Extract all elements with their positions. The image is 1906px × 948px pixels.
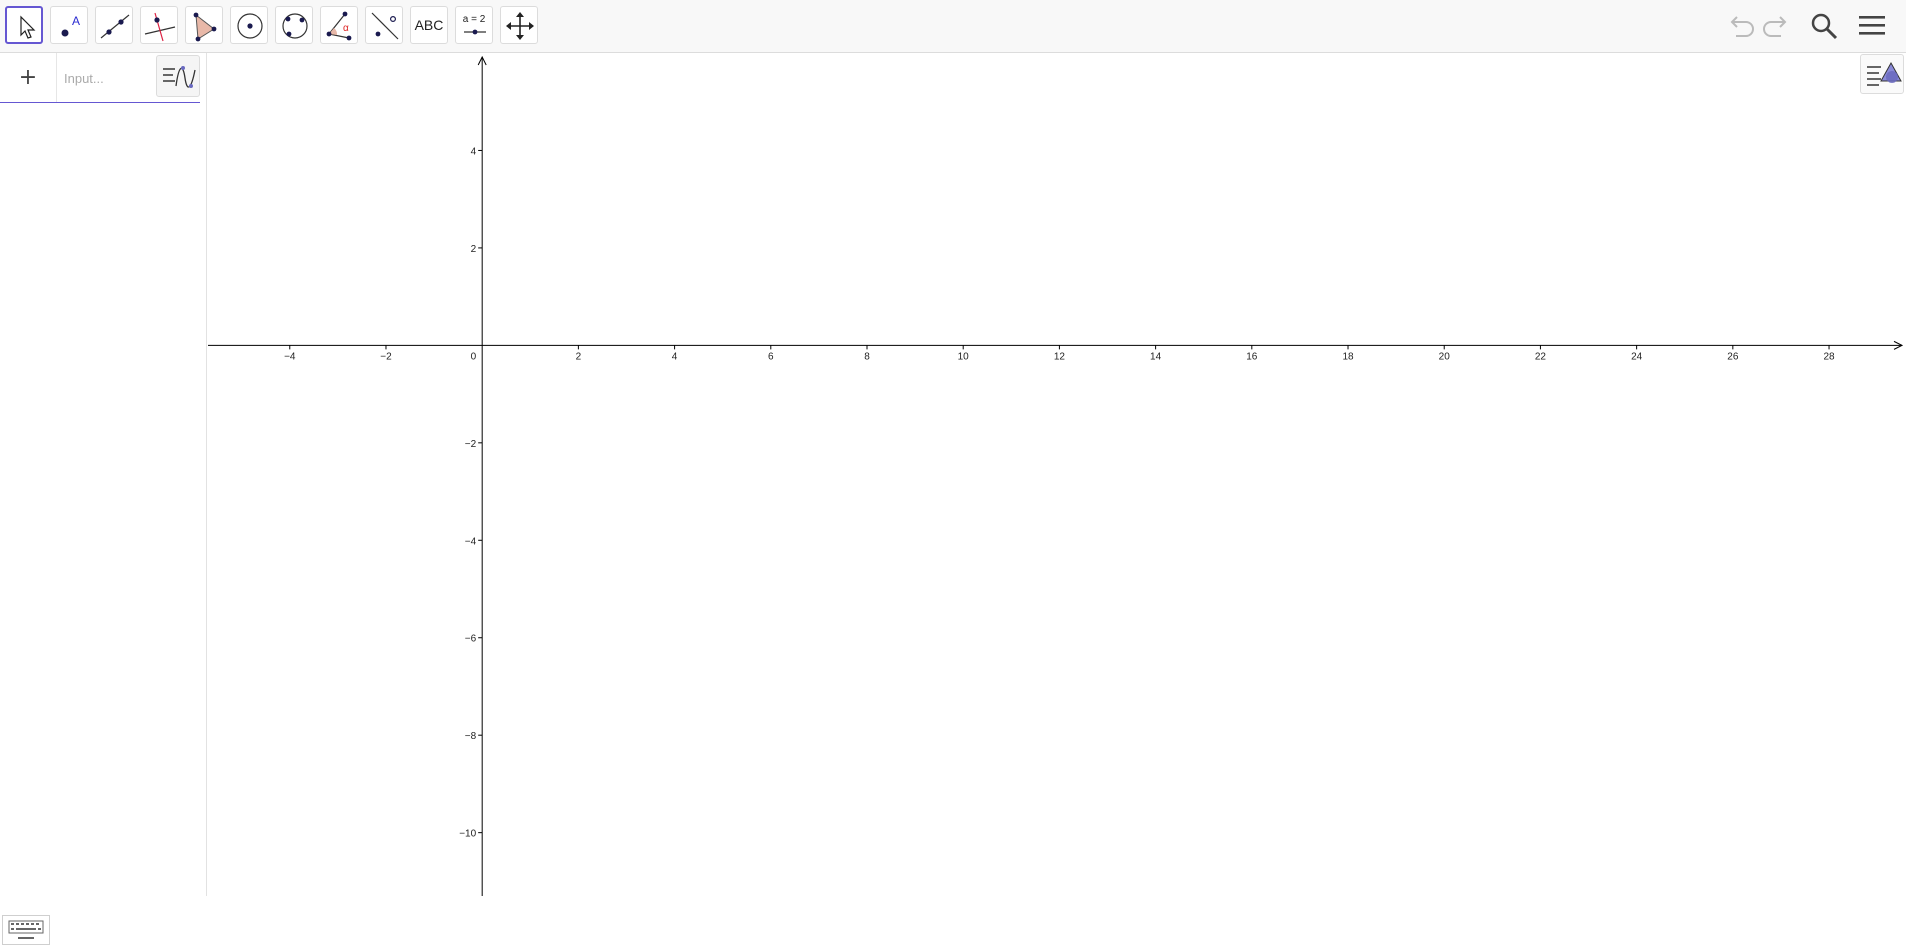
- circle-center-icon: [237, 13, 263, 39]
- reflect-icon: [371, 12, 399, 40]
- algebra-view: +: [0, 53, 201, 945]
- redo-icon: [1763, 16, 1787, 37]
- graphics-view[interactable]: −4 −2 2 4 6 8 10 12 14 16 18 20 22 24 26 28 42−2−4−6−8−…: [208, 53, 1906, 896]
- y-tick-label: −4: [465, 536, 477, 547]
- slider-tool[interactable]: a = 2: [455, 6, 493, 44]
- x-tick-label: −4: [284, 351, 296, 362]
- menu-icon: [1859, 16, 1885, 35]
- algebra-input[interactable]: [62, 65, 154, 91]
- axes: [208, 55, 1904, 896]
- text-icon: ABC: [414, 17, 444, 33]
- line-through-two-points-icon: [100, 14, 130, 39]
- point-icon: A: [61, 14, 80, 37]
- undo-button[interactable]: [1724, 10, 1756, 42]
- move-graphics-view-tool[interactable]: [500, 6, 538, 44]
- svg-text:A: A: [72, 14, 80, 28]
- slider-icon: [464, 29, 486, 35]
- graphics-style-button[interactable]: [1860, 54, 1904, 94]
- add-item-button[interactable]: +: [0, 53, 57, 102]
- menu-button[interactable]: [1856, 10, 1888, 42]
- x-tick-label: −2: [380, 351, 392, 362]
- origin-label: 0: [471, 351, 477, 362]
- search-icon: [1811, 13, 1838, 40]
- x-tick-label: 4: [672, 351, 678, 362]
- perpendicular-line-icon: [144, 12, 176, 42]
- y-tick-label: 4: [471, 146, 477, 157]
- y-axis-ticks: 4 2 −2 −4 −6 −8 −10: [459, 146, 483, 840]
- keyboard-icon: [8, 920, 44, 939]
- view-separator[interactable]: [200, 53, 207, 896]
- x-tick-label: 10: [958, 351, 970, 362]
- keyboard-button[interactable]: [2, 915, 50, 945]
- arrow-pointer-icon: [20, 15, 36, 39]
- y-tick-label: −10: [459, 829, 476, 840]
- x-tick-label: 8: [864, 351, 870, 362]
- svg-text:α: α: [343, 23, 349, 34]
- circle-center-point-tool[interactable]: [230, 6, 268, 44]
- algebra-style-button[interactable]: [156, 55, 200, 97]
- reflect-about-line-tool[interactable]: [365, 6, 403, 44]
- x-tick-label: 26: [1727, 351, 1739, 362]
- x-tick-label: 20: [1439, 351, 1451, 362]
- x-tick-label: 22: [1535, 351, 1547, 362]
- polygon-tool[interactable]: [185, 6, 223, 44]
- graphics-style-icon: [1867, 61, 1902, 86]
- undo-icon: [1730, 16, 1754, 37]
- x-tick-label: 14: [1150, 351, 1162, 362]
- x-tick-label: 28: [1823, 351, 1835, 362]
- redo-button[interactable]: [1761, 10, 1793, 42]
- toolbar: A α ABC a = 2: [0, 0, 1906, 53]
- y-tick-label: 2: [471, 244, 477, 255]
- point-tool[interactable]: A: [50, 6, 88, 44]
- x-tick-label: 16: [1246, 351, 1258, 362]
- search-button[interactable]: [1808, 10, 1840, 42]
- move-tool[interactable]: [5, 6, 43, 44]
- y-tick-label: −6: [465, 634, 477, 645]
- algebra-style-icon: [163, 66, 196, 88]
- x-axis-ticks: −4 −2 2 4 6 8 10 12 14 16 18 20 22 24 26 28: [284, 345, 1835, 362]
- circle-three-points-icon: [282, 13, 308, 39]
- y-tick-label: −8: [465, 731, 477, 742]
- perpendicular-line-tool[interactable]: [140, 6, 178, 44]
- move-cross-arrows-icon: [506, 12, 534, 40]
- text-tool[interactable]: ABC: [410, 6, 448, 44]
- algebra-input-row: +: [0, 53, 200, 103]
- x-tick-label: 24: [1631, 351, 1643, 362]
- x-tick-label: 12: [1054, 351, 1066, 362]
- x-tick-label: 18: [1342, 351, 1354, 362]
- angle-tool[interactable]: α: [320, 6, 358, 44]
- x-tick-label: 2: [576, 351, 582, 362]
- line-tool[interactable]: [95, 6, 133, 44]
- x-tick-label: 6: [768, 351, 774, 362]
- angle-icon: α: [326, 11, 352, 41]
- polygon-icon: [193, 12, 217, 42]
- circle-three-points-tool[interactable]: [275, 6, 313, 44]
- y-tick-label: −2: [465, 439, 477, 450]
